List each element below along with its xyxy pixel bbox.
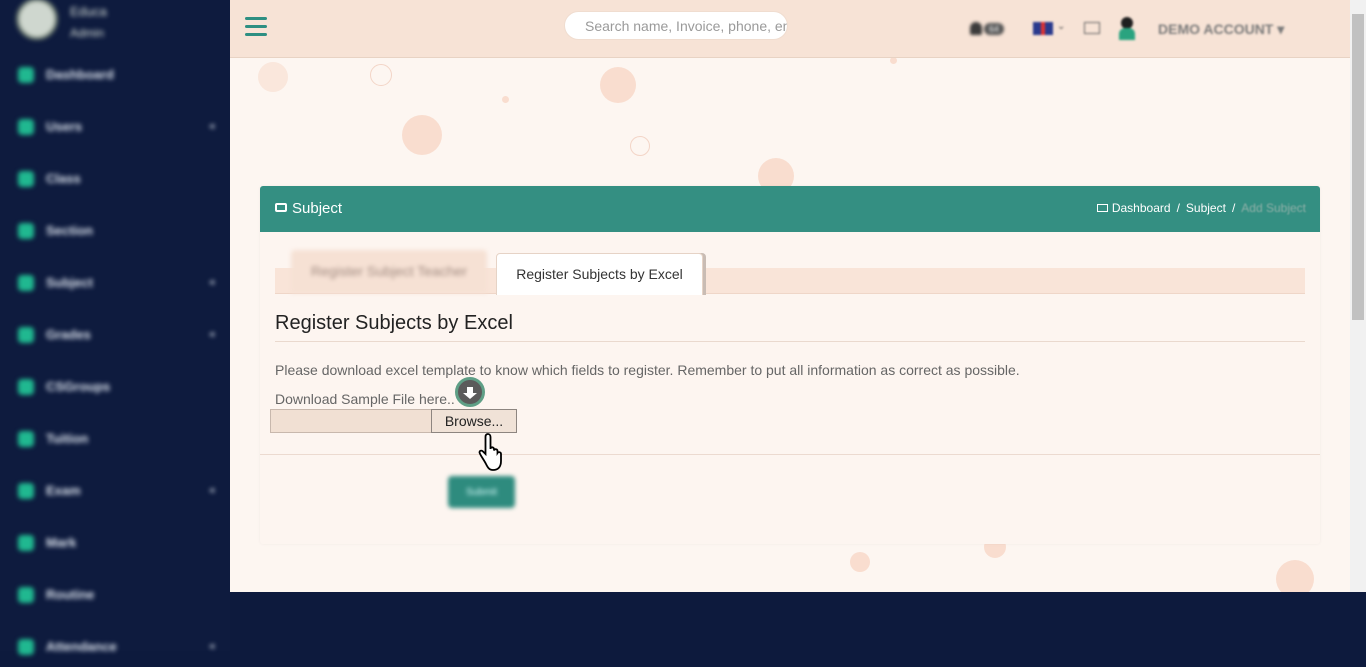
sidebar-item-label: Subject [46,275,93,290]
panel-header: Subject Dashboard / Subject / Add Subject [260,186,1320,232]
sidebar-item-label: Dashboard [46,67,114,82]
chevron-down-icon[interactable]: ⌄ [1057,21,1065,32]
breadcrumb-separator: / [1231,201,1236,215]
routine-icon [18,587,34,603]
sidebar-item-label: Routine [46,587,95,602]
download-icon[interactable] [455,377,485,407]
sidebar-item-label: Section [46,223,93,238]
notification-badge: 64 [984,22,1005,35]
sidebar-item-attendance[interactable]: Attendance ◂ [0,627,230,667]
divider [260,454,1320,455]
chevron-left-icon: ◂ [208,277,214,288]
class-icon [18,171,34,187]
sidebar-item-label: Attendance [46,639,117,654]
laptop-icon [1096,204,1108,212]
brand-line1: Educa [70,4,107,19]
search-input[interactable] [564,11,788,40]
bg-decoration [850,552,870,572]
sidebar-item-label: Tuition [46,431,89,446]
download-sample-text: Download Sample File here.. [275,391,455,407]
section-icon [18,223,34,239]
attendance-icon [18,639,34,655]
book-icon [18,275,34,291]
bg-decoration [890,57,897,64]
topbar: 64 ⌄ DEMO ACCOUNT ▾ [230,0,1350,58]
breadcrumb: Dashboard / Subject / Add Subject [1096,201,1306,215]
bell-icon [970,22,982,36]
sidebar-item-dashboard[interactable]: Dashboard [0,55,230,95]
menu-toggle-icon[interactable] [245,17,267,37]
bg-decoration [630,136,650,156]
uk-flag-icon[interactable] [1033,22,1053,35]
browse-button[interactable]: Browse... [431,409,517,433]
tab-register-subject-teacher[interactable]: Register Subject Teacher [291,250,487,293]
panel-title-text: Subject [292,200,343,217]
chevron-left-icon: ◂ [208,485,214,496]
chevron-down-icon: ▾ [1277,21,1285,37]
subject-panel: Subject Dashboard / Subject / Add Subject Re… [260,186,1320,544]
sidebar-item-label: Mark [46,535,77,550]
book-icon [275,203,287,212]
bg-decoration [1276,560,1314,592]
sidebar-item-class[interactable]: Class [0,159,230,199]
bg-decoration [600,67,636,103]
submit-button[interactable]: Submit [448,476,515,508]
tuition-icon [18,431,34,447]
sidebar-item-exam[interactable]: Exam ◂ [0,471,230,511]
scrollbar-thumb[interactable] [1352,14,1364,320]
panel-title: Subject [275,200,342,217]
mail-icon[interactable] [1084,22,1100,34]
sidebar-item-label: Exam [46,483,81,498]
sidebar-item-csgroups[interactable]: CSGroups [0,367,230,407]
sidebar-item-label: Users [46,119,83,134]
sidebar-item-users[interactable]: Users ◂ [0,107,230,147]
tab-register-subjects-by-excel[interactable]: Register Subjects by Excel [496,253,703,295]
sidebar-item-label: CSGroups [46,379,111,394]
breadcrumb-current: Add Subject [1241,201,1306,215]
sidebar-item-label: Class [46,171,81,186]
group-icon [18,379,34,395]
sidebar-item-label: Grades [46,327,91,342]
bg-decoration [402,115,442,155]
bg-decoration [258,62,288,92]
brand[interactable]: Educa Admin [0,0,230,50]
account-menu[interactable]: DEMO ACCOUNT ▾ [1158,21,1284,38]
avatar[interactable] [1118,17,1138,41]
bg-decoration [502,96,509,103]
sidebar-item-grades[interactable]: Grades ◂ [0,315,230,355]
notification-bell[interactable]: 64 [970,20,1005,38]
exam-icon [18,483,34,499]
sidebar-item-mark[interactable]: Mark [0,523,230,563]
chevron-left-icon: ◂ [208,121,214,132]
logo [16,0,58,40]
sidebar-item-tuition[interactable]: Tuition [0,419,230,459]
home-icon [18,67,34,83]
instructions-text: Please download excel template to know w… [275,362,1020,378]
brand-line2: Admin [70,26,105,40]
breadcrumb-separator: / [1176,201,1180,215]
sidebar: Educa Admin Dashboard Users ◂ Class Section S… [0,0,230,655]
users-icon [18,119,34,135]
mark-icon [18,535,34,551]
file-input-field[interactable] [270,409,432,433]
hand-cursor-icon [478,433,502,471]
section-heading: Register Subjects by Excel [275,312,1305,342]
chevron-left-icon: ◂ [208,641,214,652]
grades-icon [18,327,34,343]
main-content: 64 ⌄ DEMO ACCOUNT ▾ Subject Dashboard/Su… [230,0,1350,592]
chevron-left-icon: ◂ [208,329,214,340]
breadcrumb-subject[interactable]: Subject [1186,201,1226,215]
bg-decoration [370,64,392,86]
sidebar-item-section[interactable]: Section [0,211,230,251]
breadcrumb-dashboard[interactable]: Dashboard [1112,201,1171,215]
account-name: DEMO ACCOUNT [1158,21,1274,37]
sidebar-item-subject[interactable]: Subject ◂ [0,263,230,303]
sidebar-item-routine[interactable]: Routine [0,575,230,615]
